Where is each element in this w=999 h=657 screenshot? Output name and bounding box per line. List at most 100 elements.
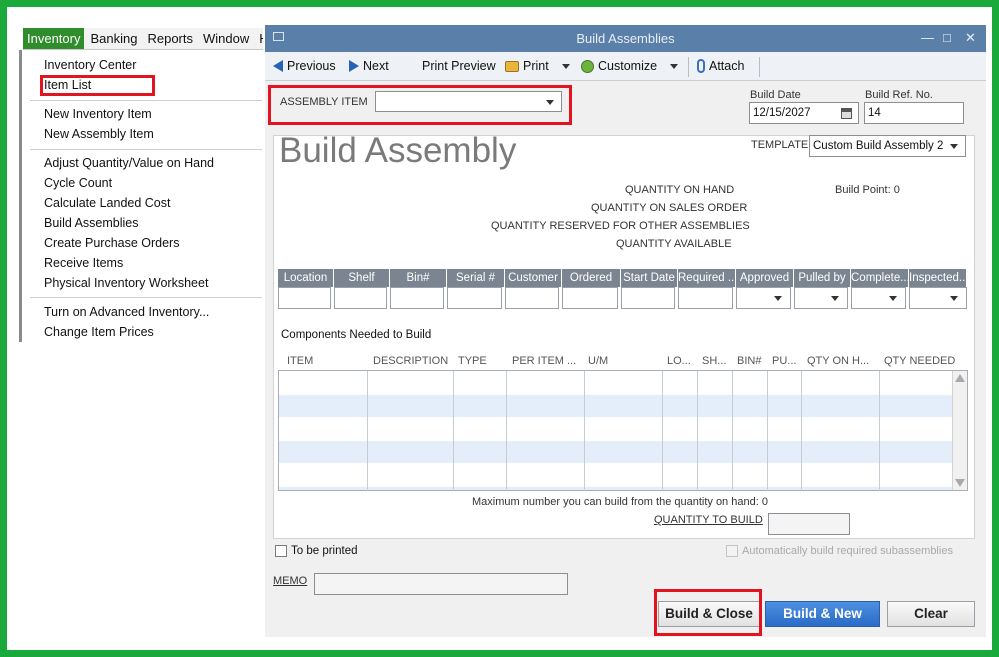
shelf-field[interactable] bbox=[334, 287, 387, 309]
window-title: Build Assemblies bbox=[576, 31, 675, 46]
bin-field[interactable] bbox=[390, 287, 444, 309]
menu-item-adjust-quantity[interactable]: Adjust Quantity/Value on Hand bbox=[44, 156, 214, 170]
col-per-item[interactable]: PER ITEM ... bbox=[512, 355, 576, 367]
qty-available-label: QUANTITY AVAILABLE bbox=[616, 238, 732, 250]
ordered-field[interactable] bbox=[562, 287, 618, 309]
minimize-button[interactable]: — bbox=[921, 30, 934, 45]
qty-to-build-field[interactable] bbox=[768, 513, 850, 535]
close-button[interactable]: ✕ bbox=[965, 30, 976, 46]
vertical-scrollbar[interactable] bbox=[952, 371, 967, 490]
col-description[interactable]: DESCRIPTION bbox=[373, 355, 448, 367]
menu-item-build-assemblies[interactable]: Build Assemblies bbox=[44, 216, 139, 230]
menu-item-change-item-prices[interactable]: Change Item Prices bbox=[44, 325, 154, 339]
build-ref-value: 14 bbox=[868, 107, 881, 119]
inventory-menu: Inventory Center Item List New Inventory… bbox=[19, 50, 263, 342]
print-button[interactable]: Print bbox=[505, 59, 570, 73]
previous-button[interactable]: Previous bbox=[273, 59, 336, 73]
col-shelf[interactable]: SH... bbox=[702, 355, 726, 367]
chevron-down-icon bbox=[670, 63, 679, 69]
grid-header-customer[interactable]: Customer bbox=[505, 269, 562, 287]
start-date-field[interactable] bbox=[621, 287, 675, 309]
customize-label: Customize bbox=[598, 59, 658, 73]
col-type[interactable]: TYPE bbox=[458, 355, 487, 367]
grid-header-serial[interactable]: Serial # bbox=[447, 269, 505, 287]
grid-header-required[interactable]: Required ... bbox=[678, 269, 736, 287]
components-table[interactable] bbox=[278, 370, 968, 491]
to-be-printed-checkbox[interactable] bbox=[275, 545, 287, 557]
column-divider bbox=[767, 371, 768, 491]
col-bin[interactable]: BIN# bbox=[737, 355, 761, 367]
memo-field[interactable] bbox=[314, 573, 568, 595]
grid-header-location[interactable]: Location bbox=[278, 269, 334, 287]
menu-item-item-list[interactable]: Item List bbox=[44, 78, 91, 92]
menu-item-physical-inventory-worksheet[interactable]: Physical Inventory Worksheet bbox=[44, 276, 208, 290]
menu-reports[interactable]: Reports bbox=[143, 28, 197, 49]
menu-item-inventory-center[interactable]: Inventory Center bbox=[44, 58, 136, 72]
completed-dropdown[interactable] bbox=[851, 287, 906, 309]
maximize-button[interactable]: □ bbox=[943, 30, 951, 45]
scroll-up-icon[interactable] bbox=[955, 374, 965, 382]
chevron-down-icon bbox=[561, 63, 570, 69]
menu-item-advanced-inventory[interactable]: Turn on Advanced Inventory... bbox=[44, 305, 209, 319]
calendar-icon[interactable] bbox=[841, 108, 852, 119]
build-point-label: Build Point: 0 bbox=[835, 184, 900, 196]
template-dropdown[interactable]: Custom Build Assembly 2 bbox=[809, 135, 966, 157]
grid-header-start-date[interactable]: Start Date bbox=[621, 269, 678, 287]
build-ref-field[interactable]: 14 bbox=[864, 102, 964, 124]
column-divider bbox=[506, 371, 507, 491]
auto-build-checkbox[interactable] bbox=[726, 545, 738, 557]
grid-header-pulled-by[interactable]: Pulled by bbox=[794, 269, 851, 287]
build-new-button[interactable]: Build & New bbox=[765, 601, 880, 627]
menu-separator bbox=[30, 149, 262, 150]
col-um[interactable]: U/M bbox=[588, 355, 608, 367]
menu-item-cycle-count[interactable]: Cycle Count bbox=[44, 176, 112, 190]
grid-header-shelf[interactable]: Shelf bbox=[334, 269, 390, 287]
to-be-printed-label: To be printed bbox=[291, 545, 358, 557]
column-divider bbox=[367, 371, 368, 491]
menu-window[interactable]: Window bbox=[199, 28, 253, 49]
arrow-right-icon bbox=[349, 60, 359, 72]
required-field[interactable] bbox=[678, 287, 733, 309]
approved-dropdown[interactable] bbox=[736, 287, 791, 309]
menu-item-create-purchase-orders[interactable]: Create Purchase Orders bbox=[44, 236, 179, 250]
pulled-by-dropdown[interactable] bbox=[794, 287, 848, 309]
grid-header-ordered[interactable]: Ordered bbox=[562, 269, 621, 287]
next-button[interactable]: Next bbox=[349, 59, 389, 73]
menu-help[interactable]: H bbox=[255, 28, 263, 49]
window-titlebar: Build Assemblies — □ ✕ bbox=[265, 25, 986, 52]
column-divider bbox=[879, 371, 880, 491]
customize-button[interactable]: Customize bbox=[581, 59, 679, 73]
col-qty-on-hand[interactable]: QTY ON H... bbox=[807, 355, 869, 367]
location-field[interactable] bbox=[278, 287, 331, 309]
print-preview-button[interactable]: Print Preview bbox=[422, 59, 496, 73]
grid-header-bin[interactable]: Bin# bbox=[390, 269, 447, 287]
menu-item-new-assembly-item[interactable]: New Assembly Item bbox=[44, 127, 154, 141]
assembly-item-dropdown[interactable] bbox=[375, 91, 562, 112]
serial-field[interactable] bbox=[447, 287, 502, 309]
col-pulled[interactable]: PU... bbox=[772, 355, 796, 367]
col-item[interactable]: ITEM bbox=[287, 355, 313, 367]
scroll-down-icon[interactable] bbox=[955, 479, 965, 487]
components-label: Components Needed to Build bbox=[281, 329, 432, 341]
memo-label: MEMO bbox=[273, 575, 308, 587]
grid-header-approved[interactable]: Approved bbox=[736, 269, 794, 287]
col-qty-needed[interactable]: QTY NEEDED bbox=[884, 355, 955, 367]
grid-header-completed[interactable]: Complete... bbox=[851, 269, 909, 287]
inspected-dropdown[interactable] bbox=[909, 287, 967, 309]
print-label: Print bbox=[523, 59, 549, 73]
build-date-field[interactable]: 12/15/2027 bbox=[749, 102, 859, 124]
menu-item-receive-items[interactable]: Receive Items bbox=[44, 256, 123, 270]
menu-item-calculate-landed-cost[interactable]: Calculate Landed Cost bbox=[44, 196, 170, 210]
clear-button[interactable]: Clear bbox=[887, 601, 975, 627]
menu-inventory[interactable]: Inventory bbox=[23, 28, 85, 49]
menu-banking[interactable]: Banking bbox=[86, 28, 141, 49]
grid-header-inspected[interactable]: Inspected... bbox=[909, 269, 967, 287]
customer-field[interactable] bbox=[505, 287, 559, 309]
attach-button[interactable]: Attach bbox=[697, 59, 744, 73]
chevron-down-icon bbox=[546, 100, 554, 105]
menu-separator bbox=[30, 297, 262, 298]
menu-item-new-inventory-item[interactable]: New Inventory Item bbox=[44, 107, 152, 121]
build-close-button[interactable]: Build & Close bbox=[658, 601, 760, 627]
build-date-label: Build Date bbox=[750, 89, 801, 101]
col-location[interactable]: LO... bbox=[667, 355, 691, 367]
